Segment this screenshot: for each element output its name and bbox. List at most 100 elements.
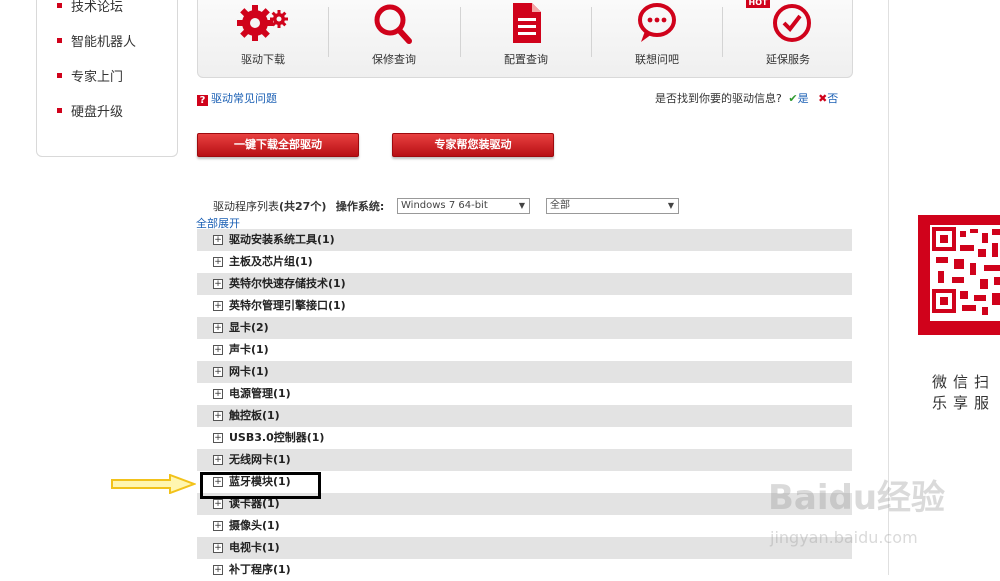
tool-label: 延保服务 (766, 53, 810, 66)
expand-plus-icon[interactable]: + (213, 301, 223, 311)
extended-warranty-tool[interactable]: HOT 延保服务 (723, 0, 853, 77)
list-item[interactable]: + 网卡(1) (197, 361, 852, 383)
sidebar: 技术论坛 智能机器人 专家上门 硬盘升级 (36, 0, 178, 157)
bullet-icon (57, 73, 62, 78)
list-item[interactable]: + USB3.0控制器(1) (197, 427, 852, 449)
category-label: 补丁程序(1) (229, 563, 291, 576)
expand-plus-icon[interactable]: + (213, 411, 223, 421)
category-label: 显卡(2) (229, 321, 269, 334)
list-item[interactable]: + 英特尔快速存储技术(1) (197, 273, 852, 295)
baidu-watermark-url: jingyan.baidu.com (770, 528, 918, 547)
list-item[interactable]: + 触控板(1) (197, 405, 852, 427)
gears-icon (237, 5, 288, 41)
sidebar-item-expert-visit[interactable]: 专家上门 (57, 68, 123, 88)
chat-bubble-icon (638, 3, 676, 42)
tool-label: 联想问吧 (635, 53, 679, 66)
list-title: 驱动程序列表 (213, 200, 279, 213)
tool-label: 配置查询 (504, 53, 548, 66)
os-label: 操作系统: (335, 200, 385, 213)
tool-label: 保修查询 (372, 53, 416, 66)
sidebar-item-label: 智能机器人 (71, 35, 137, 50)
expand-plus-icon[interactable]: + (213, 565, 223, 575)
question-icon: ? (197, 95, 208, 106)
category-label: 声卡(1) (229, 343, 269, 356)
category-label: 无线网卡(1) (229, 453, 291, 466)
sidebar-item-disk-upgrade[interactable]: 硬盘升级 (57, 103, 123, 123)
bullet-icon (57, 38, 62, 43)
list-item[interactable]: + 驱动安装系统工具(1) (197, 229, 852, 251)
config-query-tool[interactable]: 配置查询 (461, 0, 591, 77)
sidebar-item-label: 硬盘升级 (71, 105, 124, 120)
feedback-question: 是否找到你要的驱动信息? (655, 92, 782, 105)
list-item[interactable]: + 声卡(1) (197, 339, 852, 361)
driver-faq-link[interactable]: ? 驱动常见问题 (197, 90, 277, 106)
list-count: (共27个) (279, 200, 327, 213)
category-filter-select[interactable]: 全部 ▼ (546, 198, 679, 214)
checkmark-icon: ✔ (788, 92, 798, 105)
category-label: 英特尔快速存储技术(1) (229, 277, 346, 290)
bullet-icon (57, 108, 62, 113)
category-label: 摄像头(1) (229, 519, 280, 532)
sidebar-item-label: 技术论坛 (71, 0, 124, 15)
expand-plus-icon[interactable]: + (213, 235, 223, 245)
arrow-icon (111, 474, 196, 494)
hot-badge: HOT (746, 0, 770, 8)
os-select-value: Windows 7 64-bit (401, 200, 488, 211)
qr-caption-line2: 乐享服 (932, 394, 996, 412)
list-item[interactable]: + 电视卡(1) (197, 537, 852, 559)
expand-plus-icon[interactable]: + (213, 433, 223, 443)
expand-plus-icon[interactable]: + (213, 455, 223, 465)
document-icon (513, 3, 541, 43)
tool-label: 驱动下载 (241, 53, 285, 66)
qr-caption-line1: 微信扫 (932, 373, 996, 391)
baidu-watermark-logo: Baidu经验 (768, 478, 946, 518)
faq-label: 驱动常见问题 (211, 92, 277, 105)
feedback-prompt: 是否找到你要的驱动信息? ✔是 ✖否 (655, 90, 838, 106)
expand-plus-icon[interactable]: + (213, 543, 223, 553)
highlight-box (200, 472, 321, 499)
category-label: USB3.0控制器(1) (229, 431, 325, 444)
list-item[interactable]: + 摄像头(1) (197, 515, 852, 537)
dropdown-arrow-icon: ▼ (667, 201, 674, 210)
driver-category-list: + 驱动安装系统工具(1) + 主板及芯片组(1) + 英特尔快速存储技术(1) + 英… (197, 229, 852, 581)
list-item[interactable]: + 电源管理(1) (197, 383, 852, 405)
category-label: 主板及芯片组(1) (229, 255, 313, 268)
dropdown-arrow-icon: ▼ (518, 201, 525, 210)
category-label: 驱动安装系统工具(1) (229, 233, 335, 246)
feedback-no-link[interactable]: 否 (827, 92, 838, 105)
category-label: 电源管理(1) (229, 387, 291, 400)
sidebar-item-robot[interactable]: 智能机器人 (57, 33, 136, 53)
expand-plus-icon[interactable]: + (213, 499, 223, 509)
list-item[interactable]: + 显卡(2) (197, 317, 852, 339)
expand-plus-icon[interactable]: + (213, 389, 223, 399)
driver-download-tool[interactable]: 驱动下载 (198, 0, 328, 77)
expand-plus-icon[interactable]: + (213, 323, 223, 333)
warranty-query-tool[interactable]: 保修查询 (329, 0, 459, 77)
cross-icon: ✖ (818, 92, 828, 105)
sidebar-item-label: 专家上门 (71, 70, 124, 85)
qr-pattern (930, 225, 1000, 321)
category-label: 网卡(1) (229, 365, 269, 378)
expert-install-button[interactable]: 专家帮您装驱动 (392, 133, 554, 157)
list-item[interactable]: + 无线网卡(1) (197, 449, 852, 471)
category-label: 触控板(1) (229, 409, 280, 422)
lenovo-ask-tool[interactable]: 联想问吧 (592, 0, 722, 77)
list-item[interactable]: + 英特尔管理引擎接口(1) (197, 295, 852, 317)
magnifier-icon (374, 4, 412, 44)
os-select[interactable]: Windows 7 64-bit ▼ (397, 198, 530, 214)
expand-plus-icon[interactable]: + (213, 521, 223, 531)
expand-plus-icon[interactable]: + (213, 279, 223, 289)
category-label: 英特尔管理引擎接口(1) (229, 299, 346, 312)
expand-plus-icon[interactable]: + (213, 257, 223, 267)
feedback-yes-link[interactable]: 是 (798, 92, 809, 105)
driver-list-header: 驱动程序列表(共27个) 操作系统: (213, 198, 384, 214)
expand-plus-icon[interactable]: + (213, 345, 223, 355)
wechat-qr-code (918, 215, 1000, 335)
list-item[interactable]: + 补丁程序(1) (197, 559, 852, 581)
download-all-drivers-button[interactable]: 一键下载全部驱动 (197, 133, 359, 157)
expand-plus-icon[interactable]: + (213, 367, 223, 377)
sidebar-item-forum[interactable]: 技术论坛 (57, 0, 123, 18)
bullet-icon (57, 3, 62, 8)
list-item[interactable]: + 主板及芯片组(1) (197, 251, 852, 273)
service-toolbar: 驱动下载 保修查询 配置查询 联想问吧 HOT 延保服务 (197, 0, 853, 78)
